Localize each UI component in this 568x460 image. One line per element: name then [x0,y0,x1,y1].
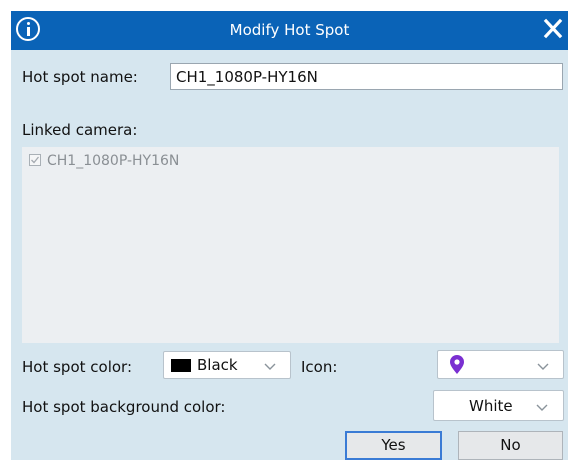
modify-hot-spot-dialog: Modify Hot Spot Hot spot name: CH1_1080P… [11,11,568,460]
close-icon[interactable] [541,16,565,42]
title-bar: Modify Hot Spot [11,11,568,50]
chevron-down-icon [264,363,276,370]
color-select-value: Black [197,356,238,374]
yes-button[interactable]: Yes [345,431,442,460]
color-swatch [171,359,191,372]
icon-label: Icon: [301,358,338,376]
background-color-label: Hot spot background color: [22,398,226,416]
list-item: CH1_1080P-HY16N [29,153,179,169]
linked-camera-list[interactable]: CH1_1080P-HY16N [22,147,559,343]
map-pin-icon [450,355,464,374]
chevron-down-icon [536,404,548,411]
hot-spot-name-input[interactable]: CH1_1080P-HY16N [170,63,563,90]
chevron-down-icon [537,363,549,370]
hot-spot-color-label: Hot spot color: [22,358,132,376]
camera-checkbox [29,154,41,166]
window-title: Modify Hot Spot [229,21,350,39]
background-color-select[interactable]: White [433,390,564,421]
hot-spot-name-label: Hot spot name: [22,68,138,86]
linked-camera-label: Linked camera: [22,121,138,139]
icon-select[interactable] [437,350,564,379]
camera-label: CH1_1080P-HY16N [47,153,180,169]
no-button[interactable]: No [458,431,563,460]
hot-spot-color-select[interactable]: Black [163,351,291,379]
bg-color-select-value: White [469,397,513,415]
